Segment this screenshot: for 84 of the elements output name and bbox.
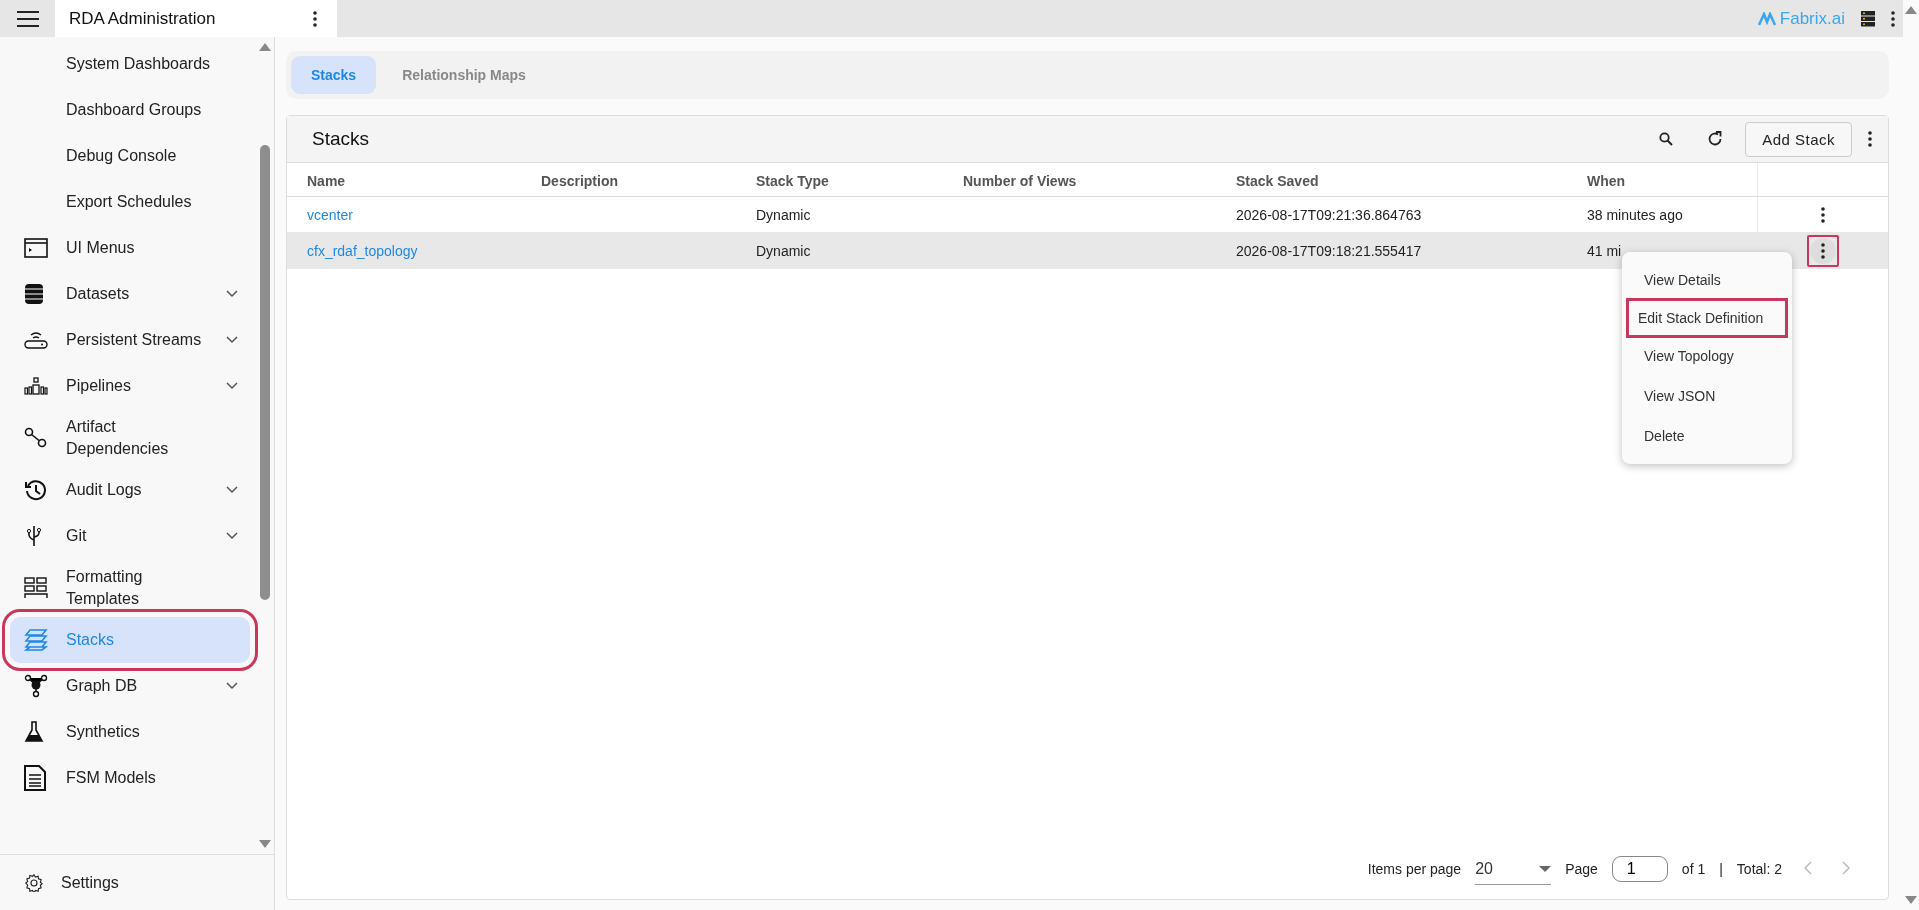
page-count: of 1 bbox=[1681, 861, 1706, 877]
total-count: Total: 2 bbox=[1736, 861, 1782, 877]
router-icon bbox=[24, 330, 48, 350]
table-cell: 41 mi bbox=[1587, 242, 1622, 259]
stack-name-link[interactable]: vcenter bbox=[307, 206, 353, 223]
kebab-icon[interactable] bbox=[1820, 242, 1825, 259]
sidebar-item[interactable]: Pipelines bbox=[10, 363, 250, 409]
sidebar-item[interactable]: Artifact Dependencies bbox=[10, 409, 250, 467]
sidebar-item[interactable]: Export Schedules bbox=[10, 179, 250, 225]
sidebar-item[interactable]: Persistent Streams bbox=[10, 317, 250, 363]
caret-down-icon bbox=[1539, 865, 1552, 872]
chevron-down-icon bbox=[226, 486, 238, 494]
refresh-icon bbox=[1707, 131, 1724, 147]
menu-icon bbox=[16, 10, 39, 27]
column-header: Description bbox=[541, 173, 618, 189]
logo-icon bbox=[1757, 11, 1776, 26]
page-input[interactable]: 1 bbox=[1611, 856, 1668, 882]
sidebar-item[interactable]: Synthetics bbox=[10, 709, 250, 755]
sidebar-item[interactable]: Dashboard Groups bbox=[10, 87, 250, 133]
table-cell: 2026-08-17T09:18:21.555417 bbox=[1236, 242, 1422, 259]
menu-item[interactable]: Delete bbox=[1628, 416, 1786, 456]
menu-item[interactable]: View JSON bbox=[1628, 376, 1786, 416]
chevron-left-icon bbox=[1804, 860, 1812, 875]
page-size-select[interactable]: 20 bbox=[1475, 853, 1552, 885]
scroll-up-icon[interactable] bbox=[1905, 6, 1917, 14]
chevron-down-icon bbox=[226, 336, 238, 344]
more-options-icon[interactable] bbox=[1891, 10, 1895, 27]
separator-text: | bbox=[1719, 861, 1723, 877]
table-cell: 38 minutes ago bbox=[1587, 206, 1683, 223]
menu-item[interactable]: View Topology bbox=[1628, 336, 1786, 376]
brand-name: Fabrix.ai bbox=[1779, 8, 1845, 29]
column-header: Stack Type bbox=[756, 173, 829, 189]
items-per-page-label: Items per page bbox=[1367, 861, 1462, 877]
template-grid-icon bbox=[24, 577, 48, 599]
chevron-down-icon bbox=[226, 682, 238, 690]
table-row[interactable]: cfx_rdaf_topology Dynamic 2026-08-17T09:18:21.555417 41 mi bbox=[287, 232, 1888, 269]
sidebar-item[interactable]: Git bbox=[10, 513, 250, 559]
chevron-down-icon bbox=[226, 532, 238, 540]
pipeline-icon bbox=[24, 376, 48, 396]
kebab-icon[interactable] bbox=[313, 10, 317, 27]
column-header: Number of Views bbox=[963, 173, 1077, 189]
server-icon[interactable] bbox=[1861, 10, 1875, 27]
history-icon bbox=[24, 478, 48, 502]
sidebar-item[interactable]: System Dashboards bbox=[10, 41, 250, 87]
column-header: Name bbox=[307, 173, 346, 189]
layers-icon bbox=[24, 628, 48, 652]
scrollbar-thumb[interactable] bbox=[260, 145, 270, 600]
kebab-icon[interactable] bbox=[1868, 131, 1872, 147]
database-icon bbox=[24, 283, 44, 305]
settings-label[interactable]: Settings bbox=[61, 873, 119, 892]
add-stack-button[interactable]: Add Stack bbox=[1745, 121, 1852, 157]
document-icon bbox=[24, 765, 46, 791]
sidebar-item[interactable]: FSM Models bbox=[10, 755, 250, 801]
scroll-down-icon[interactable] bbox=[1905, 896, 1917, 904]
sidebar-item[interactable]: Graph DB bbox=[10, 663, 250, 709]
chevron-down-icon bbox=[226, 382, 238, 390]
terminal-icon bbox=[24, 238, 48, 258]
row-options-button[interactable] bbox=[1806, 234, 1839, 267]
connected-nodes-icon bbox=[24, 427, 48, 449]
column-header: Stack Saved bbox=[1236, 173, 1319, 189]
chevron-down-icon bbox=[226, 290, 238, 298]
menu-item[interactable]: Edit Stack Definition bbox=[1628, 300, 1786, 336]
scroll-up-icon[interactable] bbox=[259, 43, 271, 51]
branch-icon bbox=[24, 524, 44, 548]
column-header: When bbox=[1587, 173, 1626, 189]
page-label: Page bbox=[1565, 861, 1598, 877]
flask-icon bbox=[24, 720, 44, 744]
sidebar-item[interactable]: UI Menus bbox=[10, 225, 250, 271]
table-cell: Dynamic bbox=[756, 206, 811, 223]
sidebar-item[interactable]: Audit Logs bbox=[10, 467, 250, 513]
card-title: Stacks bbox=[312, 128, 371, 150]
scroll-down-icon[interactable] bbox=[259, 840, 271, 848]
kebab-icon[interactable] bbox=[1820, 206, 1825, 223]
graph-icon bbox=[24, 674, 48, 698]
table-cell: 2026-08-17T09:21:36.864763 bbox=[1236, 206, 1422, 223]
sidebar-item[interactable]: Formatting Templates bbox=[10, 559, 250, 617]
table-cell: Dynamic bbox=[756, 242, 811, 259]
app-title: RDA Administration bbox=[69, 8, 216, 29]
table-row[interactable]: vcenter Dynamic 2026-08-17T09:21:36.864763 38 minutes ago bbox=[287, 196, 1888, 233]
settings-icon[interactable] bbox=[25, 873, 43, 892]
sidebar-item[interactable]: Datasets bbox=[10, 271, 250, 317]
chevron-right-icon bbox=[1842, 860, 1850, 875]
search-icon bbox=[1659, 132, 1674, 146]
sidebar-item[interactable]: Debug Console bbox=[10, 133, 250, 179]
